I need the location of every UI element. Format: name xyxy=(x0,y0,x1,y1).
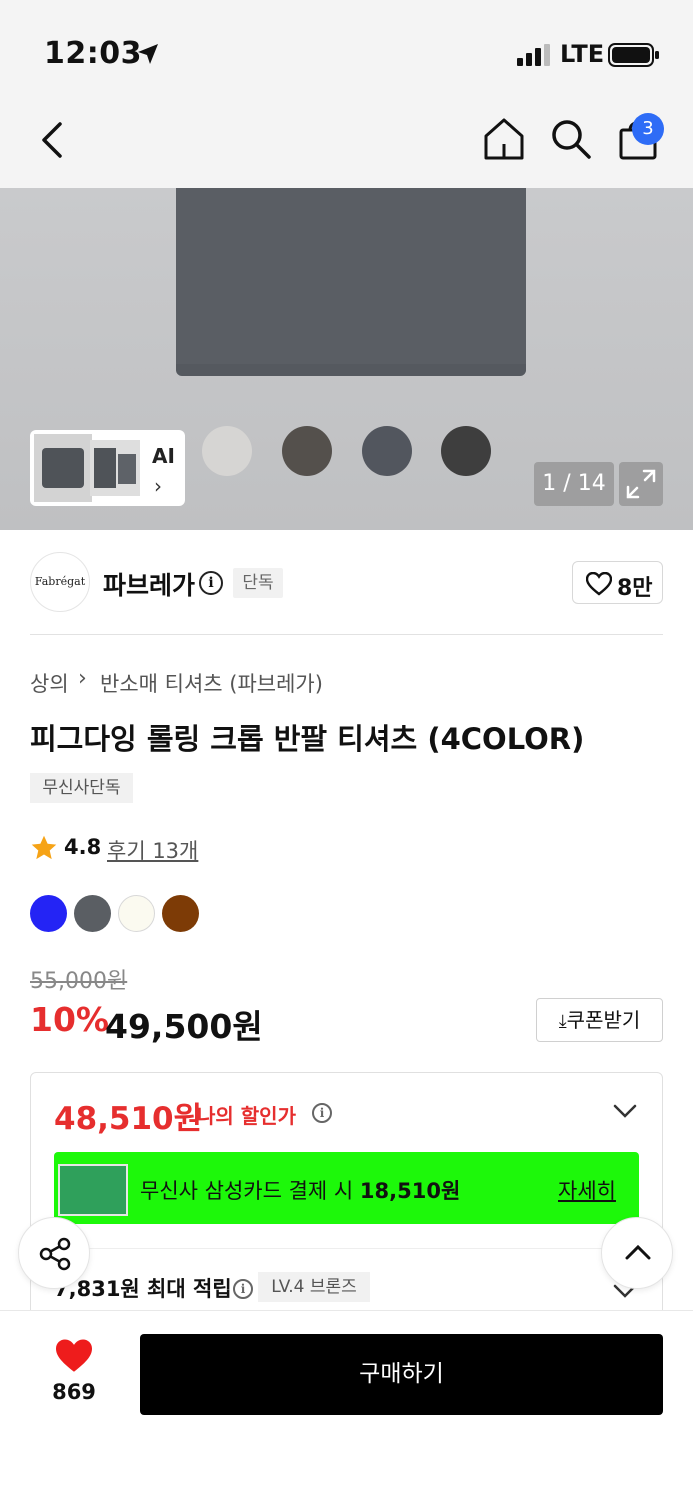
exclusive-tag: 무신사단독 xyxy=(30,773,133,803)
my-discount-price: 48,510원 xyxy=(54,1101,203,1137)
brand-like-button[interactable]: 8만 xyxy=(572,561,663,604)
heart-outline-icon xyxy=(586,572,612,596)
discount-rate: 10% xyxy=(30,1000,109,1039)
expand-icon[interactable] xyxy=(619,462,663,506)
sale-price: 49,500원 xyxy=(105,1007,263,1046)
product-title: 피그다잉 롤링 크롭 반팔 티셔츠 (4COLOR) xyxy=(30,722,585,756)
original-price: 55,000원 xyxy=(30,969,128,994)
image-counter: 1 / 14 xyxy=(534,462,614,506)
color-option[interactable] xyxy=(74,895,111,932)
top-header: 12:03 LTE 3 xyxy=(0,0,693,188)
heart-filled-icon[interactable] xyxy=(54,1338,94,1374)
divider xyxy=(54,1248,639,1249)
product-photo-hem xyxy=(176,364,526,376)
breadcrumb-subcategory[interactable]: 반소매 티셔츠 (파브레가) xyxy=(100,668,323,698)
review-count-link[interactable]: 후기 13개 xyxy=(107,835,198,865)
ai-thumbnail xyxy=(34,434,92,502)
brand-like-count: 8만 xyxy=(617,576,653,601)
card-promo-detail-link[interactable]: 자세히 xyxy=(558,1175,616,1205)
signal-icon xyxy=(517,44,550,66)
buy-button[interactable]: 구매하기 xyxy=(140,1334,663,1415)
chevron-right-icon: › xyxy=(78,666,87,691)
chevron-right-icon: › xyxy=(154,474,162,498)
divider xyxy=(30,634,663,635)
battery-icon xyxy=(608,43,659,67)
brand-exclusive-tag: 단독 xyxy=(233,568,283,598)
info-icon[interactable]: i xyxy=(312,1103,332,1123)
search-icon[interactable] xyxy=(550,118,592,160)
tee-thumb-icon xyxy=(118,454,136,484)
gallery-color-swatch[interactable] xyxy=(282,426,332,476)
product-image[interactable]: AI › 1 / 14 xyxy=(0,188,693,530)
brand-name[interactable]: 파브레가 xyxy=(103,566,195,602)
rating-value: 4.8 xyxy=(64,835,102,859)
color-option[interactable] xyxy=(118,895,155,932)
network-label: LTE xyxy=(560,40,605,68)
gallery-color-swatch[interactable] xyxy=(441,426,491,476)
back-icon[interactable] xyxy=(36,118,72,162)
ai-thumbnail-secondary xyxy=(90,440,140,496)
card-promo-amount: 18,510원 xyxy=(359,1179,461,1203)
status-time: 12:03 xyxy=(44,36,142,71)
color-option[interactable] xyxy=(162,895,199,932)
info-icon[interactable]: i xyxy=(233,1279,253,1299)
scroll-top-button[interactable] xyxy=(601,1217,673,1289)
brand-logo[interactable]: Fabrégat xyxy=(30,552,90,612)
breadcrumb-category[interactable]: 상의 xyxy=(30,668,69,698)
card-promo-banner[interactable]: 무신사 삼성카드 결제 시 18,510원 자세히 xyxy=(54,1152,639,1224)
gallery-color-swatch[interactable] xyxy=(202,426,252,476)
color-option[interactable] xyxy=(30,895,67,932)
max-points: 7,831원 최대 적립 xyxy=(54,1277,232,1301)
ai-recommend-card[interactable]: AI › xyxy=(30,430,185,506)
tee-thumb-icon xyxy=(42,448,84,488)
card-promo-prefix: 무신사 삼성카드 결제 시 xyxy=(140,1179,360,1203)
product-photo-shirt xyxy=(176,188,526,374)
home-icon[interactable] xyxy=(482,116,526,162)
share-icon xyxy=(39,1237,71,1271)
my-discount-label: 나의 할인가 xyxy=(197,1104,296,1128)
star-icon xyxy=(31,835,57,860)
like-count: 869 xyxy=(52,1380,96,1404)
member-level-tag: LV.4 브론즈 xyxy=(258,1272,370,1302)
card-promo-image xyxy=(58,1164,128,1216)
cart-count-badge: 3 xyxy=(632,113,664,145)
gallery-color-swatch[interactable] xyxy=(362,426,412,476)
card-promo-text: 무신사 삼성카드 결제 시 18,510원 xyxy=(140,1175,460,1205)
coupon-label: 쿠폰받기 xyxy=(566,1008,641,1032)
download-icon: ⤓ xyxy=(558,1011,567,1032)
coupon-download-button[interactable]: ⤓쿠폰받기 xyxy=(536,998,663,1042)
tee-thumb-icon xyxy=(94,448,116,488)
ai-label: AI xyxy=(152,444,175,468)
location-arrow-icon xyxy=(138,44,158,64)
chevron-up-icon xyxy=(625,1244,651,1260)
share-button[interactable] xyxy=(18,1217,90,1289)
chevron-down-icon[interactable] xyxy=(612,1102,638,1120)
info-icon[interactable]: i xyxy=(199,571,223,595)
